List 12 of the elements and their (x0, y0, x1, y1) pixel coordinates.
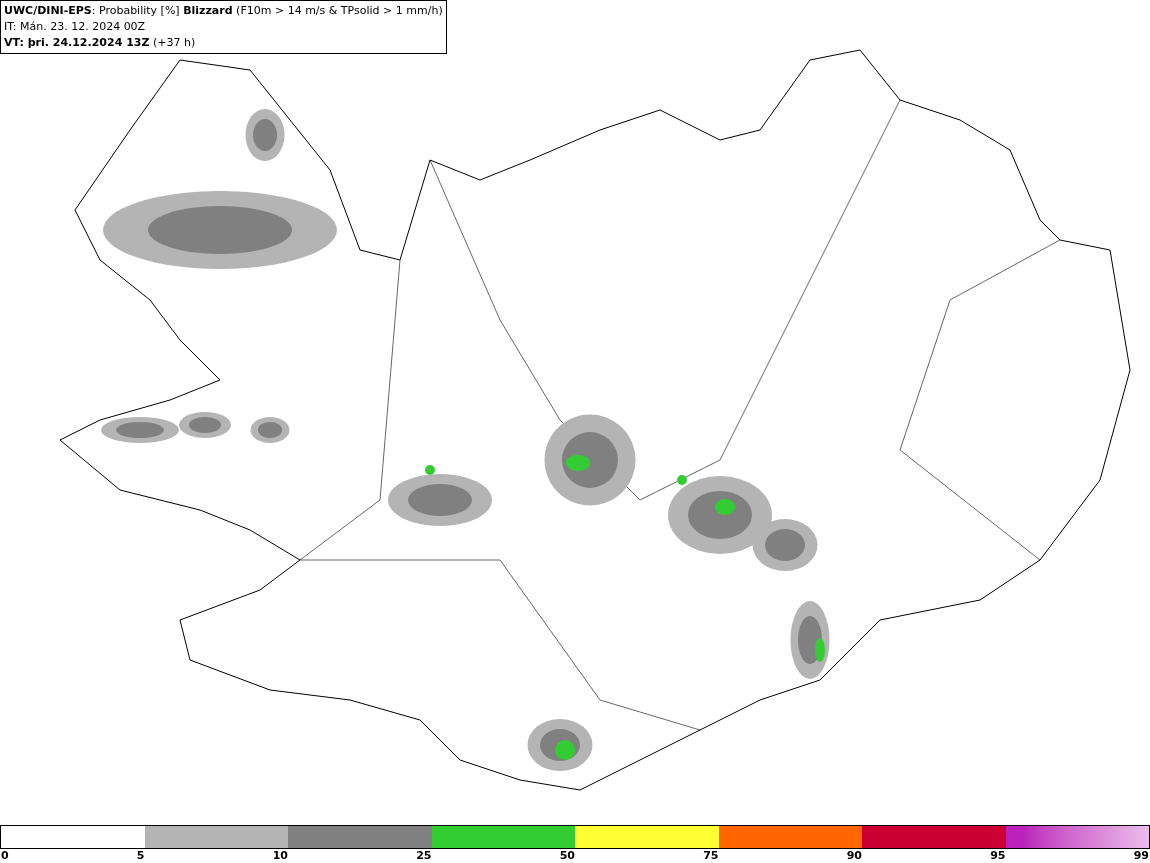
map-title-line: IT: Mán. 23. 12. 2024 00Z (4, 19, 147, 35)
scale-label: 10 (272, 849, 288, 863)
scale-label: 99 (1133, 849, 1149, 863)
map-title-line: UWC/DINI-EPS: Probability [%] Blizzard (F10m > 14 m/s & TPsolid > 1 mm/h) (4, 3, 443, 19)
scale-label: 95 (990, 849, 1006, 863)
scale-label: 50 (559, 849, 575, 863)
scale-label: 5 (136, 849, 145, 863)
scale-label: 90 (846, 849, 862, 863)
scale-label: 0 (1, 849, 9, 863)
scale-label: 25 (416, 849, 432, 863)
map-title-line: VT: þri. 24.12.2024 13Z (+37 h) (4, 35, 197, 51)
scale-label: 75 (703, 849, 719, 863)
